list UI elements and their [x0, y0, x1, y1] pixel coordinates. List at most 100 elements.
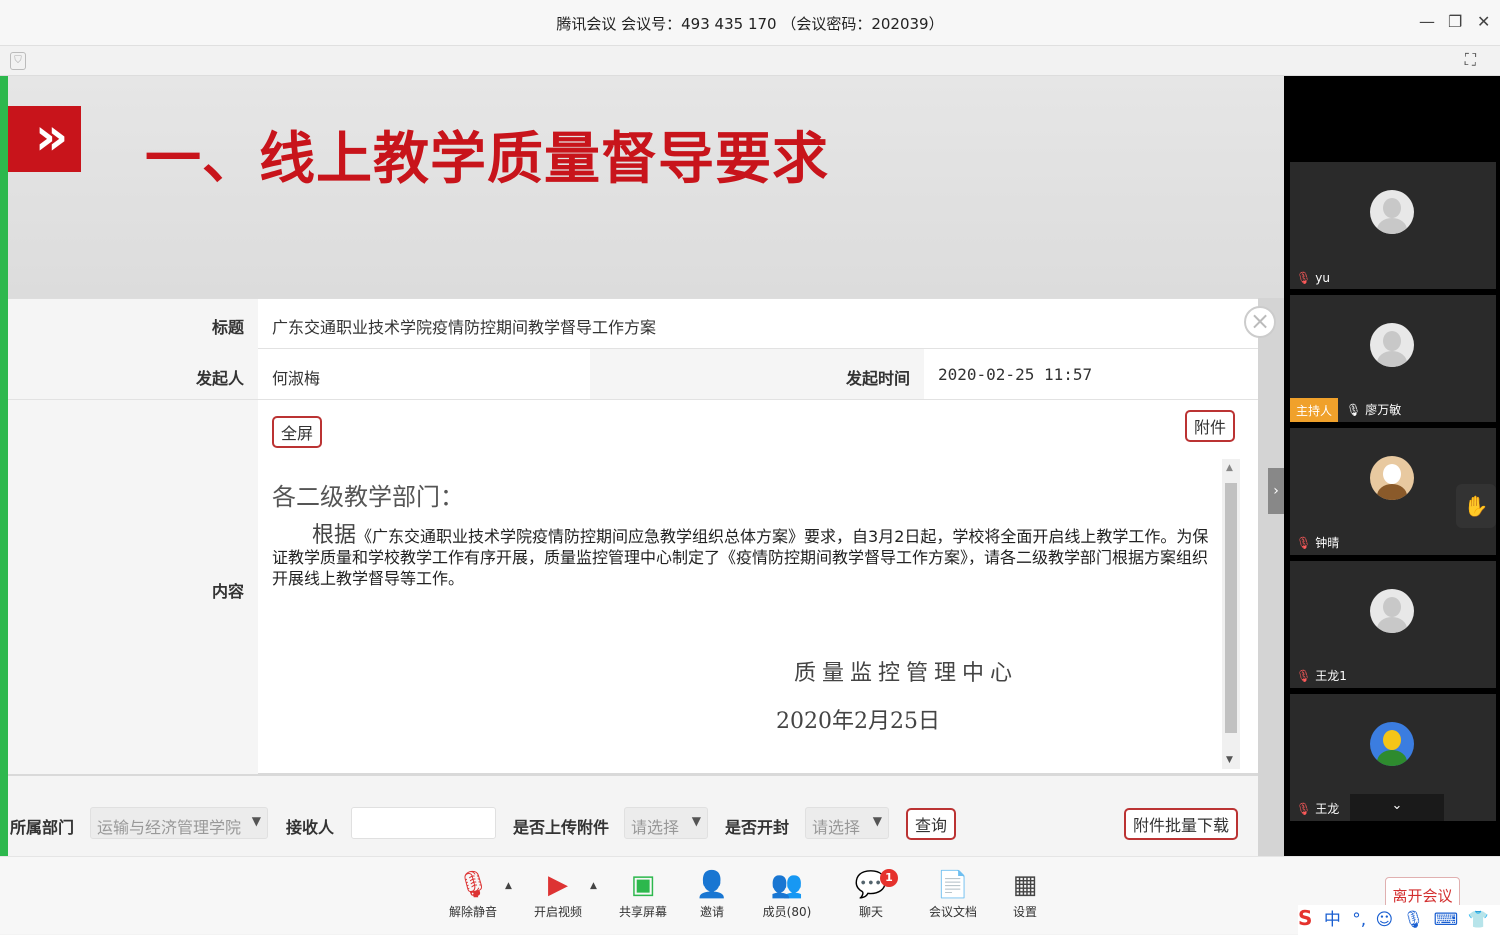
slide-title: 一、线上教学质量督导要求 [145, 126, 829, 192]
add-user-icon: 👤 [695, 870, 729, 900]
hand-icon[interactable]: ✋ [1456, 484, 1496, 528]
chevron-down-icon: ▼ [251, 814, 261, 828]
participant-tile[interactable]: 🎙 王龙1 [1290, 561, 1496, 688]
chevron-down-icon[interactable]: ⌄ [1350, 794, 1444, 821]
caret-up-icon[interactable]: ▲ [590, 881, 597, 891]
shield-icon: ⛉ [10, 52, 26, 70]
settings-button[interactable]: ▦ 设置 [990, 867, 1060, 920]
scroll-down-icon[interactable]: ▼ [1226, 755, 1233, 765]
title-label: 标题 [8, 299, 258, 349]
query-button[interactable]: 查询 [906, 808, 957, 840]
mic-muted-icon: 🎙 [456, 870, 490, 900]
upload-label: 是否上传附件 [513, 818, 610, 837]
sogou-icon: S [1298, 906, 1313, 930]
title-row: 标题 广东交通职业技术学院疫情防控期间教学督导工作方案 [8, 299, 1258, 349]
participant-name: 🎙 yu [1296, 271, 1330, 285]
unmute-button[interactable]: 🎙 解除静音 [438, 867, 508, 920]
upload-select-value: 请选择 [631, 818, 680, 837]
document-preview: 各二级教学部门： 根据《广东交通职业技术学院疫情防控期间应急教学组织总体方案》要… [258, 459, 1221, 771]
avatar [1370, 456, 1414, 500]
notice-form: 标题 广东交通职业技术学院疫情防控期间教学督导工作方案 发起人 何淑梅 发起时间… [8, 298, 1258, 774]
receiver-input[interactable] [351, 807, 496, 839]
doc-date: 2020年2月25日 [776, 709, 940, 734]
unmute-label: 解除静音 [448, 905, 497, 919]
filter-bar: 所属部门 运输与经济管理学院 ▼ 接收人 是否上传附件 请选择 ▼ 是否开封 请选择… [8, 776, 1258, 856]
mic-muted-icon: 🎙 [1296, 271, 1312, 285]
settings-label: 设置 [1012, 905, 1037, 919]
sender-label: 发起人 [8, 349, 258, 399]
doc-body-text: 《广东交通职业技术学院疫情防控期间应急教学组织总体方案》要求，自3月2日起，学校… [272, 527, 1209, 588]
video-label: 开启视频 [533, 905, 582, 919]
dept-label: 所属部门 [10, 818, 75, 837]
participant-tile[interactable]: 主持人 🎙 廖万敏 [1290, 295, 1496, 422]
invite-button[interactable]: 👤 邀请 [677, 867, 747, 920]
scroll-thumb[interactable] [1225, 483, 1237, 733]
sender-row: 发起人 何淑梅 发起时间 2020-02-25 11:57 [8, 349, 1258, 400]
participant-tile[interactable]: ✋ 🎙 钟晴 [1290, 428, 1496, 555]
microphone-icon[interactable]: 🎙 [1403, 910, 1425, 930]
punctuation-icon[interactable]: °, [1352, 910, 1366, 930]
mic-muted-icon: 🎙 [1296, 802, 1312, 816]
meeting-toolbar: 🎙 解除静音 ▲ ▶ 开启视频 ▲ ▣ 共享屏幕 👤 邀请 👥 成员(80) 💬 聊天 1 📄… [0, 856, 1500, 935]
mic-muted-icon: 🎙 [1296, 669, 1312, 683]
content-label: 内容 [8, 400, 258, 774]
start-video-button[interactable]: ▶ 开启视频 [523, 867, 593, 920]
scroll-up-icon[interactable]: ▲ [1226, 463, 1233, 473]
avatar [1370, 589, 1414, 633]
close-circle-icon[interactable]: × [1244, 306, 1276, 338]
sender-value: 何淑梅 [272, 369, 321, 388]
shared-screen: » 一、线上教学质量督导要求 标题 广东交通职业技术学院疫情防控期间教学督导工作… [0, 76, 1284, 856]
close-icon[interactable]: ✕ [1477, 12, 1490, 31]
doc-greeting: 各二级教学部门： [272, 483, 464, 511]
dept-select-value: 运输与经济管理学院 [97, 818, 242, 837]
ime-mode[interactable]: 中 [1324, 910, 1341, 930]
dept-select[interactable]: 运输与经济管理学院 ▼ [90, 807, 268, 839]
chevron-down-icon: ▼ [872, 814, 882, 828]
host-badge: 主持人 [1290, 398, 1339, 422]
keyboard-icon[interactable]: ⌨ [1434, 910, 1459, 930]
title-bar: 腾讯会议 会议号：493 435 170 （会议密码：202039） — ❐ ✕ [0, 0, 1500, 46]
members-icon: 👥 [770, 870, 804, 900]
invite-label: 邀请 [699, 905, 724, 919]
restore-icon[interactable]: ❐ [1448, 12, 1462, 31]
shirt-icon[interactable]: 👕 [1468, 910, 1489, 930]
secondary-toolbar: ⛉ ⛶ [0, 46, 1500, 76]
panel-toggle-icon[interactable]: › [1268, 468, 1284, 514]
receiver-label: 接收人 [286, 818, 335, 837]
participant-name: 🎙 廖万敏 [1346, 403, 1402, 417]
doc-scrollbar[interactable]: ▲ ▼ [1222, 459, 1240, 769]
open-select[interactable]: 请选择 ▼ [805, 807, 889, 839]
page-gutter [1258, 298, 1284, 856]
fullscreen-icon[interactable]: ⛶ [1465, 50, 1476, 70]
share-screen-button[interactable]: ▣ 共享屏幕 [608, 867, 678, 920]
share-screen-icon: ▣ [630, 870, 656, 900]
ime-toolbar: S 中 °, ☺ 🎙 ⌨ 👕 [1298, 905, 1500, 935]
time-label: 发起时间 [590, 349, 924, 399]
members-button[interactable]: 👥 成员(80) [752, 867, 822, 920]
share-label: 共享屏幕 [618, 905, 667, 919]
participant-name: 🎙 钟晴 [1296, 536, 1340, 550]
docs-label: 会议文档 [928, 905, 977, 919]
time-value: 2020-02-25 11:57 [938, 365, 1093, 384]
participant-tile[interactable]: 🎙 王龙 ⌄ [1290, 694, 1496, 821]
participant-tile[interactable]: 🎙 yu [1290, 162, 1496, 289]
document-icon: 📄 [936, 870, 970, 900]
upload-select[interactable]: 请选择 ▼ [624, 807, 708, 839]
members-label: 成员(80) [762, 905, 812, 919]
participant-name: 🎙 王龙1 [1296, 669, 1347, 683]
caret-up-icon[interactable]: ▲ [505, 881, 512, 891]
meeting-docs-button[interactable]: 📄 会议文档 [918, 867, 988, 920]
chat-button[interactable]: 💬 聊天 1 [836, 867, 906, 920]
mic-icon: 🎙 [1346, 403, 1362, 417]
batch-download-button[interactable]: 附件批量下载 [1124, 808, 1239, 840]
doc-body-lead: 根据 [312, 523, 357, 548]
participant-name: 🎙 王龙 [1296, 802, 1340, 816]
share-indicator [0, 76, 8, 856]
fullscreen-button[interactable]: 全屏 [272, 416, 323, 448]
minimize-icon[interactable]: — [1419, 12, 1435, 31]
mic-muted-icon: 🎙 [1296, 536, 1312, 550]
emoji-icon[interactable]: ☺ [1376, 910, 1394, 930]
doc-signature: 质量监控管理中心 [794, 661, 1019, 686]
slide-header: » 一、线上教学质量督导要求 [0, 76, 1284, 298]
attachment-button[interactable]: 附件 [1185, 410, 1236, 442]
